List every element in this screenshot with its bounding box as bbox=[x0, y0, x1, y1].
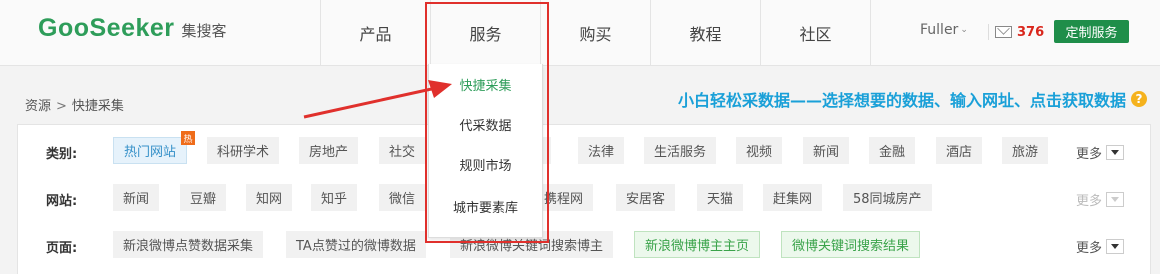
tag-page-weibo-blogger-home[interactable]: 新浪微博博主主页 bbox=[634, 231, 761, 258]
tag-page-weibo-keyword-results[interactable]: 微博关键词搜索结果 bbox=[781, 231, 921, 258]
message-count: 376 bbox=[1017, 24, 1045, 40]
annotation-arrow-icon bbox=[303, 80, 452, 119]
tag-real-estate[interactable]: 房地产 bbox=[299, 137, 359, 164]
hot-badge: 热 bbox=[181, 131, 196, 145]
filter-panel: 类别: 热门网站 热 科研学术 房地产 社交 车 法律 生活服务 视频 新闻 金… bbox=[17, 124, 1151, 274]
tag-site-tmall[interactable]: 天猫 bbox=[697, 184, 744, 211]
site-row: 网站: 新闻 豆瓣 知网 知乎 微信 携程网 安居客 天猫 赶集网 58同城房产… bbox=[18, 184, 1150, 212]
breadcrumb-separator: > bbox=[56, 99, 67, 114]
tag-site-news[interactable]: 新闻 bbox=[113, 184, 160, 211]
more-label: 更多 bbox=[1076, 147, 1103, 162]
logo-subtitle: 集搜客 bbox=[181, 22, 227, 40]
messages-link[interactable]: 376 bbox=[988, 24, 1044, 40]
page-row: 页面: 新浪微博点赞数据采集 TA点赞过的微博数据 新浪微博关键词搜索博主 新浪… bbox=[18, 231, 1150, 259]
tag-page-weibo-likes[interactable]: 新浪微博点赞数据采集 bbox=[113, 231, 264, 258]
user-menu[interactable]: Fuller ⌄ bbox=[920, 22, 968, 38]
tag-site-wechat[interactable]: 微信 bbox=[379, 184, 426, 211]
tag-travel[interactable]: 旅游 bbox=[1002, 137, 1049, 164]
tag-site-zhihu[interactable]: 知乎 bbox=[311, 184, 358, 211]
custom-service-button[interactable]: 定制服务 bbox=[1054, 20, 1129, 43]
nav-item-products[interactable]: 产品 bbox=[321, 0, 431, 66]
tag-research[interactable]: 科研学术 bbox=[207, 137, 280, 164]
main-nav: 产品 服务 购买 教程 社区 bbox=[320, 0, 871, 66]
category-label: 类别: bbox=[46, 147, 78, 162]
chevron-down-icon: ⌄ bbox=[960, 25, 968, 35]
tag-hotel[interactable]: 酒店 bbox=[936, 137, 983, 164]
tag-site-anjuke[interactable]: 安居客 bbox=[616, 184, 676, 211]
slogan-text: 小白轻松采数据——选择想要的数据、输入网址、点击获取数据 bbox=[678, 91, 1127, 110]
nav-item-tutorials[interactable]: 教程 bbox=[651, 0, 761, 66]
tag-site-douban[interactable]: 豆瓣 bbox=[180, 184, 227, 211]
category-more-button[interactable]: 更多 bbox=[1076, 143, 1125, 162]
breadcrumb-current: 快捷采集 bbox=[71, 99, 124, 114]
nav-item-purchase[interactable]: 购买 bbox=[541, 0, 651, 66]
page-more-button[interactable]: 更多 bbox=[1076, 237, 1125, 256]
site-label: 网站: bbox=[46, 194, 78, 209]
chevron-down-icon bbox=[1106, 145, 1125, 160]
tag-hot-sites[interactable]: 热门网站 热 bbox=[113, 131, 196, 164]
user-name: Fuller bbox=[920, 22, 959, 38]
mail-icon bbox=[995, 26, 1012, 38]
tag-site-cnki[interactable]: 知网 bbox=[246, 184, 293, 211]
tag-finance[interactable]: 金融 bbox=[869, 137, 916, 164]
site-more-button: 更多 bbox=[1076, 190, 1125, 209]
tag-social[interactable]: 社交 bbox=[379, 137, 426, 164]
more-label: 更多 bbox=[1076, 194, 1103, 209]
gooseeker-logo[interactable]: GooSeeker 集搜客 bbox=[38, 14, 227, 48]
page-label: 页面: bbox=[46, 241, 78, 256]
nav-item-community[interactable]: 社区 bbox=[761, 0, 871, 66]
tag-law[interactable]: 法律 bbox=[578, 137, 625, 164]
chevron-down-icon bbox=[1106, 239, 1125, 254]
tag-page-ta-likes[interactable]: TA点赞过的微博数据 bbox=[286, 231, 426, 258]
top-header: GooSeeker 集搜客 产品 服务 购买 教程 社区 Fuller ⌄ 37… bbox=[0, 0, 1160, 66]
more-label: 更多 bbox=[1076, 241, 1103, 256]
logo-text: GooSeeker bbox=[38, 14, 175, 42]
breadcrumb: 资源 > 快捷采集 bbox=[25, 95, 124, 114]
tag-news[interactable]: 新闻 bbox=[803, 137, 850, 164]
category-row: 类别: 热门网站 热 科研学术 房地产 社交 车 法律 生活服务 视频 新闻 金… bbox=[18, 131, 1150, 165]
help-icon[interactable]: ? bbox=[1131, 91, 1148, 107]
tag-site-ganji[interactable]: 赶集网 bbox=[763, 184, 823, 211]
tag-life-services[interactable]: 生活服务 bbox=[644, 137, 717, 164]
tag-video[interactable]: 视频 bbox=[736, 137, 783, 164]
breadcrumb-root[interactable]: 资源 bbox=[25, 99, 51, 114]
slogan: 小白轻松采数据——选择想要的数据、输入网址、点击获取数据 ? bbox=[678, 87, 1148, 111]
tag-site-58-house[interactable]: 58同城房产 bbox=[843, 184, 932, 211]
chevron-down-icon bbox=[1106, 192, 1125, 207]
tag-label: 热门网站 bbox=[124, 145, 177, 160]
